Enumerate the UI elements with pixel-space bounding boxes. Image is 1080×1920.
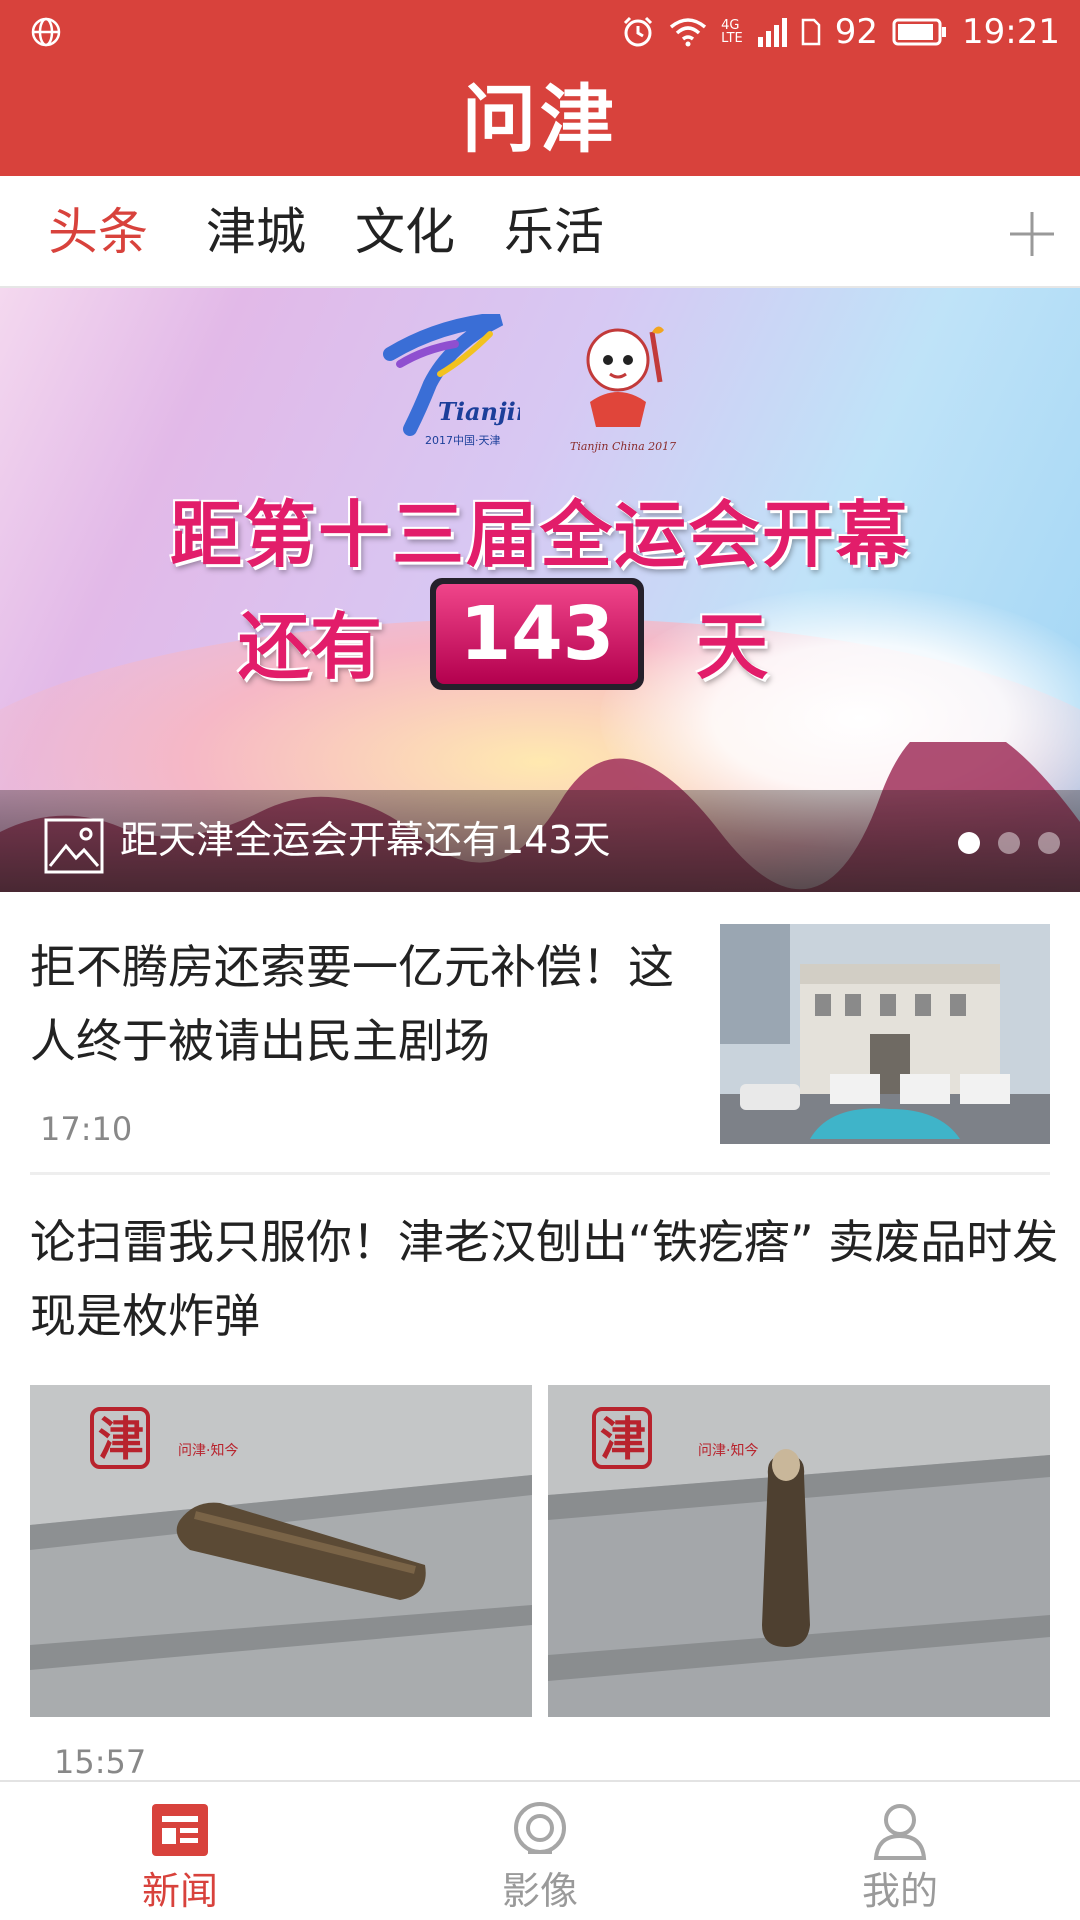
carousel-dot[interactable] [958,832,980,854]
carousel-dot[interactable] [1038,832,1060,854]
svg-text:问津·知今: 问津·知今 [698,1442,758,1459]
app-logo: 问津 [462,77,618,163]
svg-text:Tianjin China 2017: Tianjin China 2017 [570,440,676,453]
nav-news[interactable]: 新闻 [0,1782,360,1920]
news-title: 论扫雷我只服你！津老汉刨出“铁疙瘩” 卖废品时发现是枚炸弹 [30,1215,1059,1343]
carousel-dot[interactable] [998,832,1020,854]
globe-icon [31,17,61,47]
image-icon [44,818,104,874]
add-channel-icon[interactable] [1004,206,1060,262]
tab-toutiao[interactable]: 头条 [48,202,148,262]
profile-icon [873,1804,927,1860]
news-icon [152,1804,208,1856]
signal-icon [757,18,787,47]
banner-caption: 距天津全运会开幕还有143天 [120,818,611,862]
banner-suffix: 天 [696,605,769,689]
svg-text:Tianjin: Tianjin [438,397,520,426]
app-header: 4G LTE 92 19:21 问津 [0,0,1080,176]
headline-carousel[interactable]: Tianjin 2017中国·天津 Tianjin China 2017 距第十… [0,288,1080,892]
tab-jincheng[interactable]: 津城 [206,202,306,262]
news-thumbnail [720,924,1050,1144]
games-emblem-logo: Tianjin 2017中国·天津 [383,314,520,447]
news-time: 17:10 [40,1110,133,1148]
alarm-icon [624,16,653,47]
clock: 19:21 [962,12,1060,52]
carousel-indicator [958,832,1060,854]
news-time: 15:57 [54,1743,147,1781]
nav-profile[interactable]: 我的 [720,1782,1080,1920]
bottom-navigation: 新闻 影像 我的 [0,1780,1080,1920]
banner-prefix: 还有 [238,605,383,689]
news-image: 津 问津·知今 [548,1385,1050,1717]
nav-profile-label: 我的 [861,1869,938,1913]
svg-text:问津·知今: 问津·知今 [178,1442,238,1459]
countdown-number: 143 [436,584,638,684]
battery-percent: 92 [834,12,879,52]
nav-video-label: 影像 [501,1869,578,1913]
news-image: 津 问津·知今 [30,1385,532,1717]
games-mascot-logo: Tianjin China 2017 [570,326,676,453]
nav-video[interactable]: 影像 [360,1782,720,1920]
countdown-box: 143 [430,578,644,690]
svg-text:津: 津 [600,1412,646,1466]
sim-icon [801,18,820,46]
news-title: 拒不腾房还索要一亿元补偿！这人终于被请出民主剧场 [30,940,674,1068]
svg-text:津: 津 [98,1412,144,1466]
svg-text:2017中国·天津: 2017中国·天津 [425,434,501,447]
channel-tabs: 头条 津城 文化 乐活 [0,176,1080,288]
nav-news-label: 新闻 [141,1869,218,1913]
news-item[interactable]: 拒不腾房还索要一亿元补偿！这人终于被请出民主剧场 17:10 [0,892,1080,1174]
banner-headline: 距第十三届全运会开幕 [169,493,910,577]
banner-caption-bar: 距天津全运会开幕还有143天 [0,790,1080,892]
banner-countdown-row: 还有 143 天 [0,578,1080,698]
status-bar: 4G LTE 92 19:21 [0,0,1080,64]
network-subtype: LTE [721,31,743,46]
tab-lehuo[interactable]: 乐活 [504,202,604,262]
camera-icon [514,1802,566,1854]
tab-wenhua[interactable]: 文化 [355,202,455,262]
battery-icon [892,18,947,46]
wifi-icon [670,18,707,47]
news-item[interactable]: 论扫雷我只服你！津老汉刨出“铁疙瘩” 卖废品时发现是枚炸弹 津 问津·知今 津 … [0,1175,1080,1781]
